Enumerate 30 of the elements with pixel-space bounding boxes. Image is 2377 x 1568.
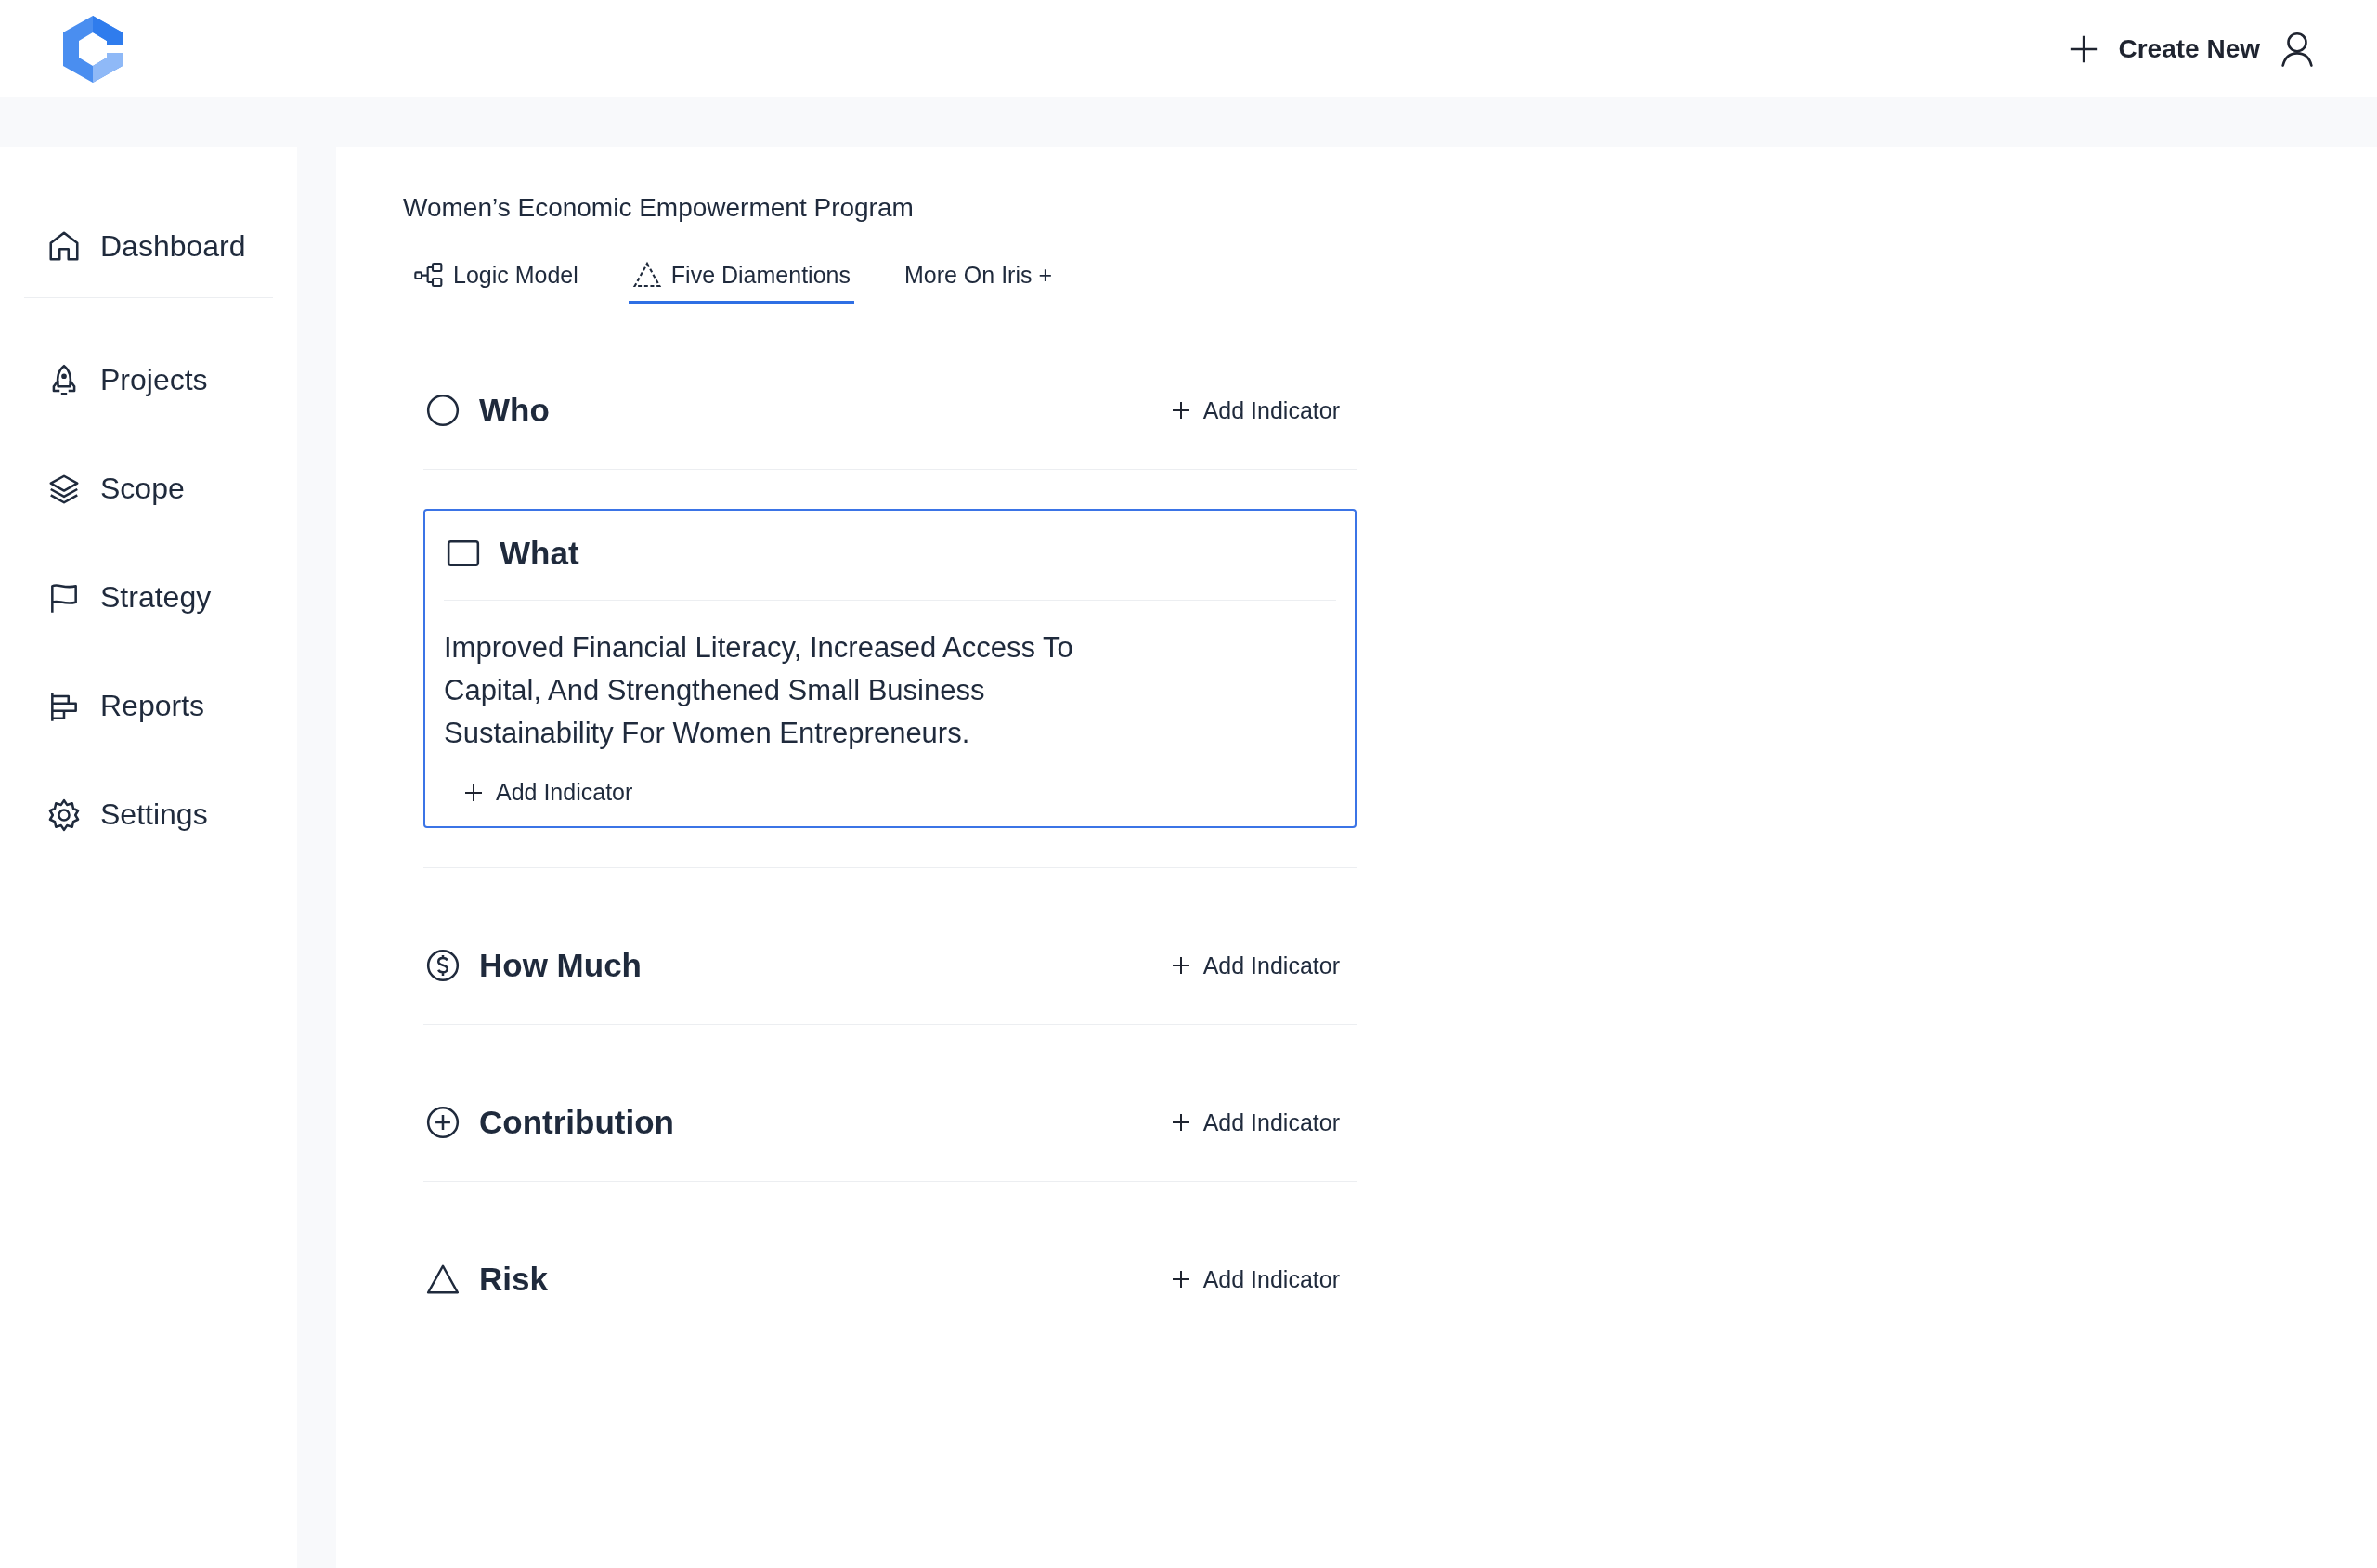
section-title: Contribution [479, 1104, 674, 1141]
section-description: Improved Financial Literacy, Increased Access To Capital, And Strengthened Small Business Sustainability For Women Entrepreneurs. [444, 630, 1074, 751]
create-new-button[interactable]: Create New [2068, 32, 2260, 65]
sidebar-item[interactable]: Settings [0, 760, 297, 869]
add-indicator-button[interactable]: Add Indicator [1169, 396, 1340, 424]
add-indicator-button[interactable]: Add Indicator [1169, 1108, 1340, 1136]
add-indicator-button[interactable]: Add Indicator [1169, 1265, 1340, 1293]
tab[interactable]: More On Iris + [900, 260, 1057, 304]
section-icon [425, 393, 461, 428]
section-title: How Much [479, 947, 642, 984]
section-icon [425, 948, 461, 983]
sidebar-item[interactable]: Strategy [0, 543, 297, 652]
flow-diagram-icon [414, 260, 444, 290]
add-indicator-button[interactable]: Add Indicator [1169, 952, 1340, 979]
section-title: What [500, 535, 579, 572]
program-title: Women’s Economic Empowerment Program [403, 193, 915, 223]
section-title: Risk [479, 1261, 548, 1298]
logo-icon [63, 15, 123, 83]
sidebar-item[interactable]: Dashboard [0, 195, 297, 297]
dashed-triangle-icon [631, 260, 662, 290]
user-icon[interactable] [2280, 31, 2314, 67]
add-indicator-button[interactable]: Add Indicator [462, 779, 633, 806]
settings-icon [46, 797, 82, 833]
sidebar-item[interactable]: Projects [0, 326, 297, 434]
sidebar-item[interactable]: Scope [0, 434, 297, 543]
sidebar-item[interactable]: Reports [0, 652, 297, 760]
section-icon [425, 1105, 461, 1140]
tab[interactable]: Five Diamentions [628, 260, 854, 304]
section-title: Who [479, 392, 550, 429]
tab[interactable]: Logic Model [410, 260, 582, 304]
